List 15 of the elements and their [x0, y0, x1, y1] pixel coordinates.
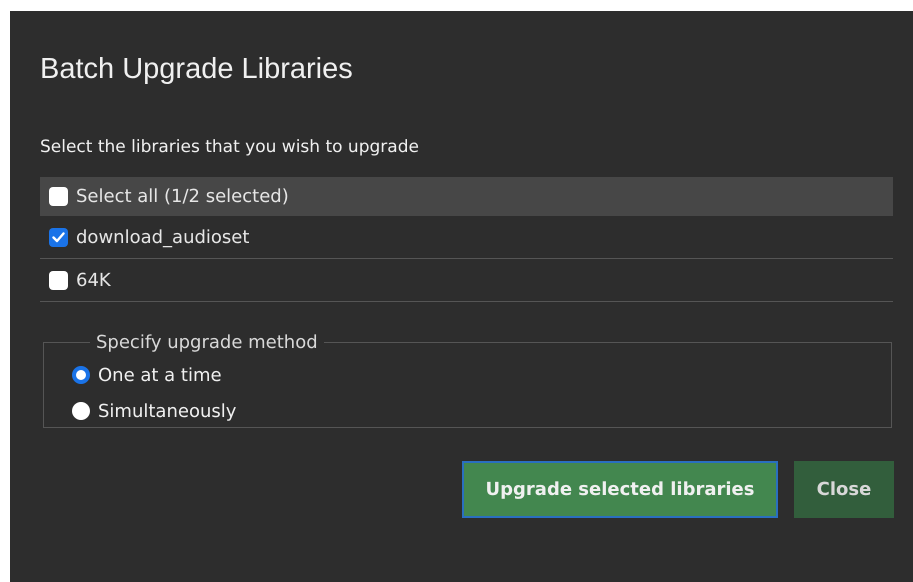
radio-button[interactable] — [72, 402, 90, 420]
checkbox[interactable] — [49, 270, 68, 290]
library-label: Select all (1/2 selected) — [76, 186, 289, 207]
instruction-text: Select the libraries that you wish to upgrade — [40, 136, 420, 159]
group-legend: Specify upgrade method — [90, 332, 324, 353]
checkbox[interactable] — [49, 228, 68, 246]
option-label: Simultaneously — [98, 400, 236, 422]
library-label: 64K — [76, 270, 111, 290]
radio-button[interactable] — [72, 366, 90, 384]
checkbox[interactable] — [49, 187, 68, 206]
option-label: One at a time — [98, 364, 222, 386]
upgrade-button[interactable]: Upgrade selected libraries — [462, 461, 778, 518]
library-label: download_audioset — [76, 226, 250, 248]
dialog-title: Batch Upgrade Libraries — [40, 52, 354, 87]
close-button[interactable]: Close — [794, 461, 894, 518]
